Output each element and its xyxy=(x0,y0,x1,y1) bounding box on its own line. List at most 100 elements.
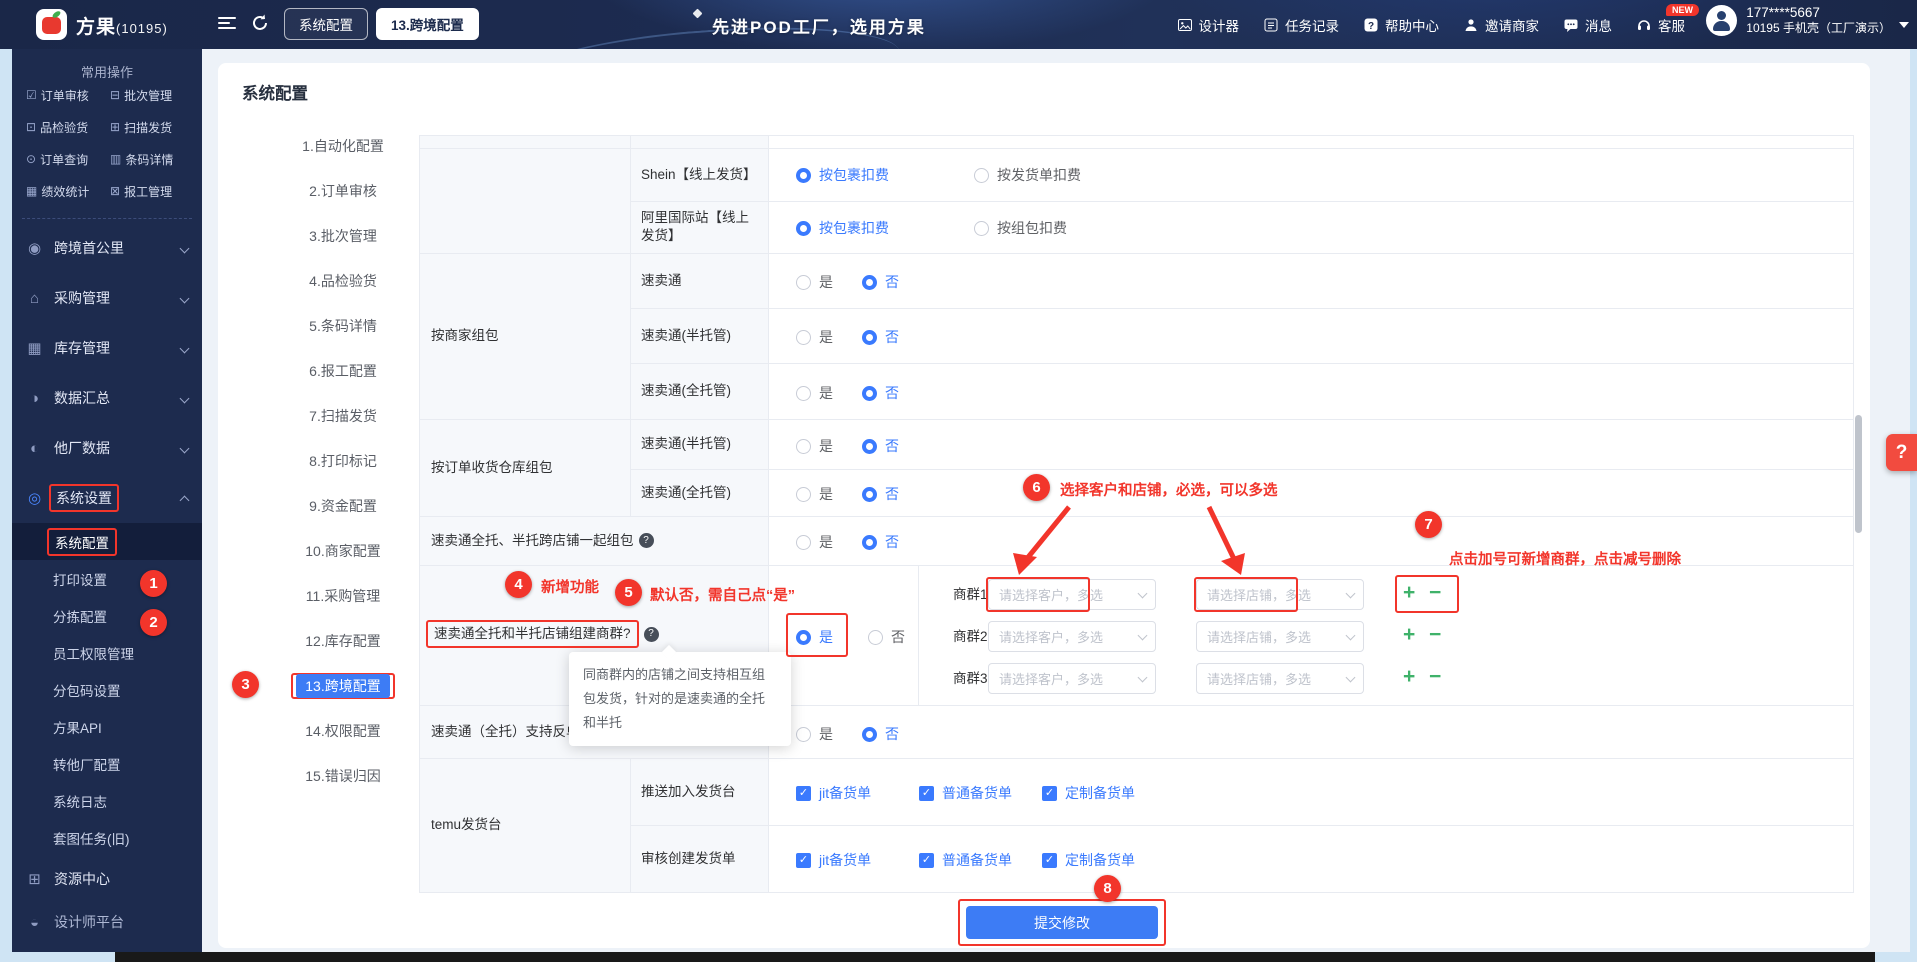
group3-shop-select[interactable]: 请选择店铺，多选 xyxy=(1196,663,1364,694)
sidebar-item-system-settings[interactable]: ◎ 系统设置 xyxy=(12,473,202,523)
inspect-icon: ⊡ xyxy=(26,120,37,134)
user-menu[interactable]: 177****5667 10195 手机壳（工厂演示） xyxy=(1706,5,1891,36)
temu-audit-jit-checkbox[interactable]: ✓ jit备货单 xyxy=(796,850,871,870)
tab-cross-border-config[interactable]: 13.跨境配置 xyxy=(376,8,479,40)
temu-audit-normal-checkbox[interactable]: ✓ 普通备货单 xyxy=(919,850,1012,870)
submenu-image-tasks-old[interactable]: 套图任务(旧) xyxy=(12,819,202,856)
designer-button[interactable]: 设计器 xyxy=(1177,15,1239,35)
reverse-yes-radio[interactable]: 是 xyxy=(796,724,833,744)
cfg-nav-work-report[interactable]: 6.报工配置 xyxy=(248,348,438,393)
group2-add-button[interactable]: + xyxy=(1403,624,1415,645)
sidebar-item-resource-center[interactable]: ⊞ 资源中心 xyxy=(12,856,202,902)
quick-work-report[interactable]: ⊠ 报工管理 xyxy=(110,180,194,202)
cfg-nav-merchant[interactable]: 10.商家配置 xyxy=(248,528,438,573)
quick-order-audit[interactable]: ☑ 订单审核 xyxy=(26,84,110,106)
submenu-print-settings[interactable]: 打印设置 xyxy=(12,560,202,597)
row-label-wh-full: 速卖通(全托管) xyxy=(641,484,731,500)
chevron-down-icon[interactable] xyxy=(1899,22,1909,28)
temu-push-jit-checkbox[interactable]: ✓ jit备货单 xyxy=(796,783,871,803)
task-list-icon xyxy=(1263,17,1279,33)
submenu-parcel-code[interactable]: 分包码设置 xyxy=(12,671,202,708)
submenu-staff-permissions[interactable]: 员工权限管理 xyxy=(12,634,202,671)
cfg-nav-qc[interactable]: 4.品检验货 xyxy=(248,258,438,303)
submenu-transfer-config[interactable]: 转他厂配置 xyxy=(12,745,202,782)
submenu-fangguo-api[interactable]: 方果API xyxy=(12,708,202,745)
group3-customer-select[interactable]: 请选择客户，多选 xyxy=(988,663,1156,694)
quick-scan-ship[interactable]: ⊞ 扫描发货 xyxy=(110,116,194,138)
wh-semi-no-radio[interactable]: 否 xyxy=(862,436,899,456)
sparkle-icon xyxy=(692,8,703,19)
cfg-nav-funds[interactable]: 9.资金配置 xyxy=(248,483,438,528)
cfg-nav-scan-ship[interactable]: 7.扫描发货 xyxy=(248,393,438,438)
cfg-nav-automation[interactable]: 1.自动化配置 xyxy=(248,123,438,168)
cfg-nav-cross-border[interactable]: 13.跨境配置 xyxy=(248,663,438,708)
quick-qc-inspect[interactable]: ⊡ 品检验货 xyxy=(26,116,110,138)
refresh-icon[interactable] xyxy=(250,13,270,33)
annotation-circle-8: 8 xyxy=(1094,875,1121,902)
logo-fruit-icon xyxy=(42,17,61,34)
cfg-nav-print-mark[interactable]: 8.打印标记 xyxy=(248,438,438,483)
ali-per-pack-radio[interactable]: 按组包扣费 xyxy=(974,218,1067,238)
merchant-ae-full-no-radio[interactable]: 否 xyxy=(862,383,899,403)
vertical-scrollbar[interactable] xyxy=(1855,415,1862,533)
collapse-menu-icon[interactable] xyxy=(218,17,236,31)
group2-customer-select[interactable]: 请选择客户，多选 xyxy=(988,621,1156,652)
quick-barcode-detail[interactable]: ▥ 条码详情 xyxy=(110,148,194,170)
merchant-ae-full-yes-radio[interactable]: 是 xyxy=(796,383,833,403)
cfg-nav-inventory[interactable]: 12.库存配置 xyxy=(248,618,438,663)
cfg-nav-barcode[interactable]: 5.条码详情 xyxy=(248,303,438,348)
task-log-button[interactable]: 任务记录 xyxy=(1263,15,1339,35)
radio-icon xyxy=(974,220,989,236)
row-label-shein: Shein【线上发货】 xyxy=(641,166,757,182)
temu-push-custom-checkbox[interactable]: ✓ 定制备货单 xyxy=(1042,783,1135,803)
cfg-nav-batch[interactable]: 3.批次管理 xyxy=(248,213,438,258)
temu-audit-custom-checkbox[interactable]: ✓ 定制备货单 xyxy=(1042,850,1135,870)
wh-full-yes-radio[interactable]: 是 xyxy=(796,484,833,504)
temu-push-normal-checkbox[interactable]: ✓ 普通备货单 xyxy=(919,783,1012,803)
cfg-nav-order-audit[interactable]: 2.订单审核 xyxy=(248,168,438,213)
help-icon[interactable]: ? xyxy=(643,626,659,642)
merchant-ae-semi-no-radio[interactable]: 否 xyxy=(862,327,899,347)
invite-merchant-button[interactable]: 邀请商家 xyxy=(1463,15,1539,35)
sidebar-item-cross-border-first-mile[interactable]: ◉ 跨境首公里 xyxy=(12,223,202,273)
group3-remove-button[interactable]: − xyxy=(1429,666,1441,687)
quick-order-query[interactable]: ⊙ 订单查询 xyxy=(26,148,110,170)
quick-batch-manage[interactable]: ⊟ 批次管理 xyxy=(110,84,194,106)
help-center-button[interactable]: ? 帮助中心 xyxy=(1363,15,1439,35)
cross-shop-no-radio[interactable]: 否 xyxy=(862,532,899,552)
chevron-down-icon xyxy=(1137,672,1148,683)
merchant-ae-semi-yes-radio[interactable]: 是 xyxy=(796,327,833,347)
merchant-ae-no-radio[interactable]: 否 xyxy=(862,272,899,292)
shein-per-parcel-radio[interactable]: 按包裹扣费 xyxy=(796,165,889,185)
merchant-ae-yes-radio[interactable]: 是 xyxy=(796,272,833,292)
group2-remove-button[interactable]: − xyxy=(1429,624,1441,645)
group-build-no-radio[interactable]: 否 xyxy=(868,627,905,647)
group2-shop-select[interactable]: 请选择店铺，多选 xyxy=(1196,621,1364,652)
submenu-system-config[interactable]: 系统配置 xyxy=(12,523,202,560)
sidebar-item-other-factory-data[interactable]: ◐ 他厂数据 xyxy=(12,423,202,473)
cfg-nav-permissions[interactable]: 14.权限配置 xyxy=(248,708,438,753)
help-fab-button[interactable]: ? xyxy=(1886,434,1917,471)
wh-semi-yes-radio[interactable]: 是 xyxy=(796,436,833,456)
tab-system-config[interactable]: 系统配置 xyxy=(284,8,368,40)
messages-button[interactable]: 消息 xyxy=(1563,15,1612,35)
sidebar-item-designer-platform[interactable]: ◒ 设计师平台 xyxy=(12,902,202,942)
customer-service-button[interactable]: NEW 客服 xyxy=(1636,3,1699,35)
wh-full-no-radio[interactable]: 否 xyxy=(862,484,899,504)
sidebar-item-inventory[interactable]: ▦ 库存管理 xyxy=(12,323,202,373)
cross-shop-yes-radio[interactable]: 是 xyxy=(796,532,833,552)
submenu-system-log[interactable]: 系统日志 xyxy=(12,782,202,819)
cfg-nav-purchase[interactable]: 11.采购管理 xyxy=(248,573,438,618)
quick-performance-stats[interactable]: ▦ 绩效统计 xyxy=(26,180,110,202)
shein-per-shipment-radio[interactable]: 按发货单扣费 xyxy=(974,165,1081,185)
group3-add-button[interactable]: + xyxy=(1403,666,1415,687)
sidebar-item-purchase[interactable]: ⌂ 采购管理 xyxy=(12,273,202,323)
cfg-nav-error-attribution[interactable]: 15.错误归因 xyxy=(248,753,438,798)
row-label-group-build: 速卖通全托和半托店铺组建商群? ? xyxy=(426,619,659,649)
app-logo[interactable] xyxy=(36,9,67,40)
sidebar-item-data-summary[interactable]: ◑ 数据汇总 xyxy=(12,373,202,423)
submenu-sorting-config[interactable]: 分拣配置 xyxy=(12,597,202,634)
help-icon[interactable]: ? xyxy=(638,533,654,548)
reverse-no-radio[interactable]: 否 xyxy=(862,724,899,744)
ali-per-parcel-radio[interactable]: 按包裹扣费 xyxy=(796,218,889,238)
